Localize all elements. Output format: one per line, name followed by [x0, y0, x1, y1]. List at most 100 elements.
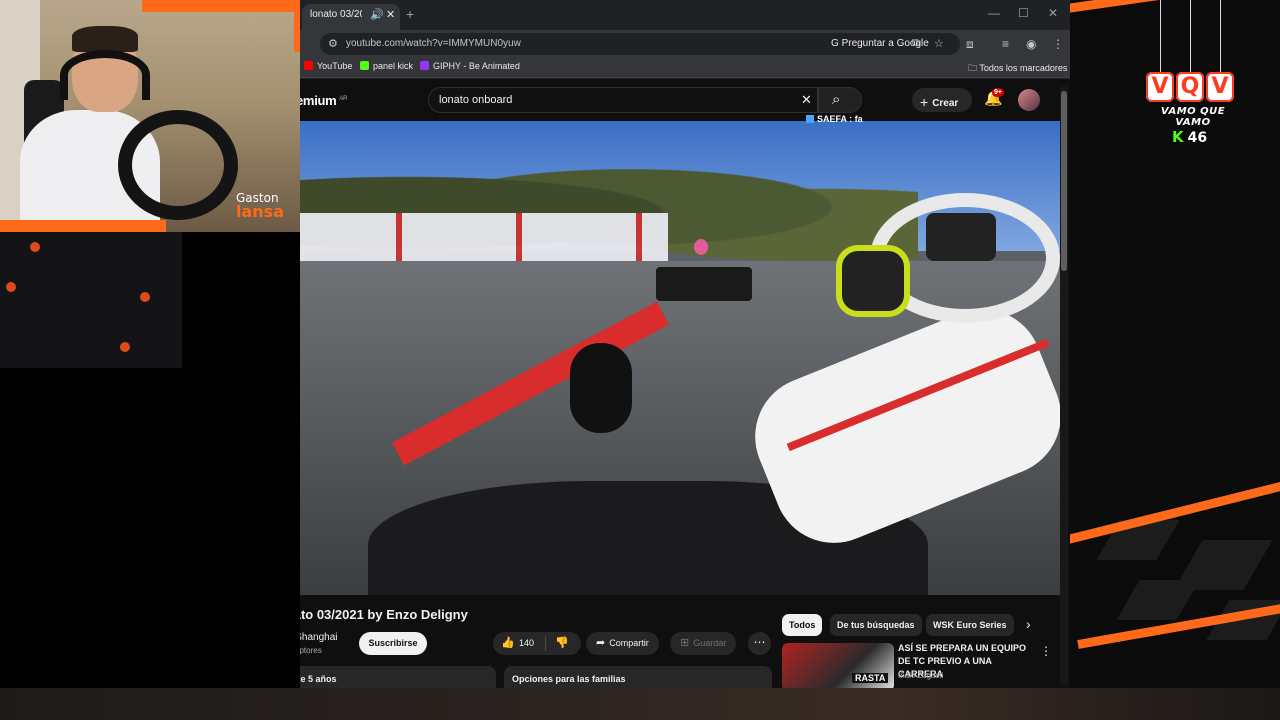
clear-search-icon[interactable]: ✕	[801, 92, 812, 108]
youtube-brand-text: emium	[300, 93, 337, 108]
video-kart-wheel	[570, 343, 632, 433]
extensions-icon[interactable]: ⧈	[966, 37, 974, 52]
share-button[interactable]: ➦ Compartir	[586, 632, 659, 655]
chip-from-searches[interactable]: De tus búsquedas	[830, 614, 922, 636]
stream-layout: V Q V VAMO QUE VAMO K 46 Gaston lansa lo…	[0, 0, 1280, 720]
rig-light	[120, 342, 130, 352]
subscriber-count: 443 suscriptores	[300, 646, 322, 655]
chat-badge-icon	[806, 115, 814, 123]
video-player[interactable]	[300, 121, 1060, 595]
youtube-icon	[304, 61, 313, 70]
bookmark-youtube[interactable]: YouTube	[304, 61, 352, 71]
page-scrollbar[interactable]	[1060, 87, 1068, 685]
save-label: Guardar	[693, 638, 727, 648]
chevron-right-icon[interactable]: ›	[1026, 616, 1031, 632]
recommended-author[interactable]: Iñaki Zugasti	[898, 671, 943, 680]
more-actions-button[interactable]: ⋯	[748, 632, 771, 655]
bookmark-star-icon[interactable]: ☆	[934, 37, 944, 50]
speaker-icon[interactable]: 🔊	[370, 8, 384, 21]
giphy-icon	[420, 61, 429, 70]
chat-overlay-text: SAEFA : fa	[817, 114, 863, 124]
address-bar[interactable]: ⚙ youtube.com/watch?v=IMMYMUN0yuw G Preg…	[320, 33, 960, 55]
tab-title: lonato 03/202	[310, 9, 362, 20]
rig-light	[6, 282, 16, 292]
family-options-box[interactable]: Opciones para las familias	[504, 666, 772, 688]
kick-icon: K	[1172, 128, 1184, 146]
search-input[interactable]: lonato onboard ✕	[428, 87, 818, 113]
video-driver-ahead	[694, 239, 708, 255]
dislike-icon[interactable]: 👎	[555, 636, 569, 649]
sim-steering-wheel	[118, 110, 238, 220]
logo-letter: V	[1206, 72, 1234, 102]
cast-icon[interactable]: ⧉	[912, 37, 920, 50]
streamer-name: Gaston lansa	[236, 192, 284, 220]
brand-slogan: VAMO QUE VAMO	[1160, 106, 1226, 128]
video-kart-ahead	[656, 267, 752, 301]
kick-icon	[360, 61, 369, 70]
url-text: youtube.com/watch?v=IMMYMUN0yuw	[346, 38, 521, 49]
sim-rig-feed	[0, 232, 182, 368]
all-bookmarks-label: Todos los marcadores	[979, 63, 1068, 73]
all-bookmarks[interactable]: 🗀 Todos los marcadores	[968, 61, 1067, 77]
like-dislike-group: 👍 140 👎	[493, 632, 581, 655]
subscribe-button[interactable]: Suscribirse	[359, 632, 427, 655]
bookmark-giphy[interactable]: GIPHY - Be Animated	[420, 61, 520, 71]
chip-all[interactable]: Todos	[782, 614, 823, 636]
views-meta: 13 k vistas hace 5 años	[300, 674, 337, 684]
bookmark-label: YouTube	[317, 61, 353, 71]
minimize-button[interactable]: —	[988, 6, 1000, 20]
scrollbar-thumb[interactable]	[1061, 91, 1067, 271]
youtube-page: emiumAR lonato onboard ✕ ⌕ +Crear 🔔 9+	[300, 79, 1070, 688]
google-icon: G	[831, 38, 842, 49]
video-track-banner	[300, 213, 668, 261]
notification-badge: 9+	[992, 88, 1004, 97]
bookmark-label: panel kick	[373, 61, 414, 71]
new-tab-button[interactable]: +	[406, 6, 414, 22]
thumbnail-text: RASTA	[852, 673, 889, 683]
rig-light	[140, 292, 150, 302]
chat-overlay: SAEFA : fa	[806, 114, 863, 124]
streamer-last-name: lansa	[236, 202, 284, 221]
profile-icon[interactable]: ◉	[1026, 37, 1036, 51]
close-window-button[interactable]: ✕	[1048, 6, 1058, 20]
headset-icon	[60, 50, 150, 100]
chip-wsk-euro-series[interactable]: WSK Euro Series	[926, 614, 1014, 636]
logo-string	[1220, 0, 1221, 72]
panel-shape	[1116, 580, 1200, 620]
browser-toolbar: ⚙ youtube.com/watch?v=IMMYMUN0yuw G Preg…	[300, 30, 1070, 56]
folder-icon: 🗀	[968, 63, 980, 73]
bookmark-panel-kick[interactable]: panel kick	[360, 61, 413, 71]
save-button[interactable]: ⊞ Guardar	[670, 632, 737, 655]
rig-light	[30, 242, 40, 252]
menu-icon[interactable]: ⋮	[1052, 37, 1064, 51]
site-info-icon[interactable]: ⚙	[328, 37, 338, 50]
save-icon: ⊞	[680, 637, 690, 649]
description-box[interactable]: 13 k vistas hace 5 años	[300, 666, 496, 688]
video-driver-glove	[836, 245, 910, 317]
tab-active[interactable]: lonato 03/202 🔊 ✕	[302, 4, 400, 30]
viewer-count-value: 46	[1187, 130, 1208, 146]
empty-area	[0, 368, 218, 688]
youtube-logo[interactable]: emium AR	[300, 93, 347, 108]
search-button[interactable]: ⌕	[818, 87, 862, 113]
like-icon[interactable]: 👍	[501, 636, 515, 649]
cam-border	[142, 0, 306, 12]
recommended-thumbnail[interactable]: RASTA	[782, 643, 894, 688]
share-icon: ➦	[596, 637, 606, 649]
avatar[interactable]	[1018, 89, 1040, 111]
media-control-icon[interactable]: ≡	[1002, 37, 1009, 51]
youtube-region: AR	[339, 95, 348, 102]
close-icon[interactable]: ✕	[386, 8, 395, 21]
bottom-strip	[0, 688, 1280, 720]
streamer-hair	[72, 26, 138, 52]
create-button[interactable]: + Crear	[912, 88, 972, 112]
video-title: OKj in Lonato 03/2021 by Enzo Deligny	[300, 607, 468, 622]
cam-border	[0, 220, 166, 232]
like-count[interactable]: 140	[519, 638, 534, 648]
channel-name[interactable]: ArnaudShanghai	[300, 632, 338, 643]
viewer-count: K 46	[1172, 128, 1207, 146]
recommended-menu-icon[interactable]: ⋮	[1040, 644, 1052, 658]
bookmarks-bar: YouTube panel kick GIPHY - Be Animated 🗀…	[300, 56, 1070, 78]
webcam-feed: Gaston lansa	[0, 0, 306, 232]
maximize-button[interactable]: ☐	[1018, 6, 1029, 20]
